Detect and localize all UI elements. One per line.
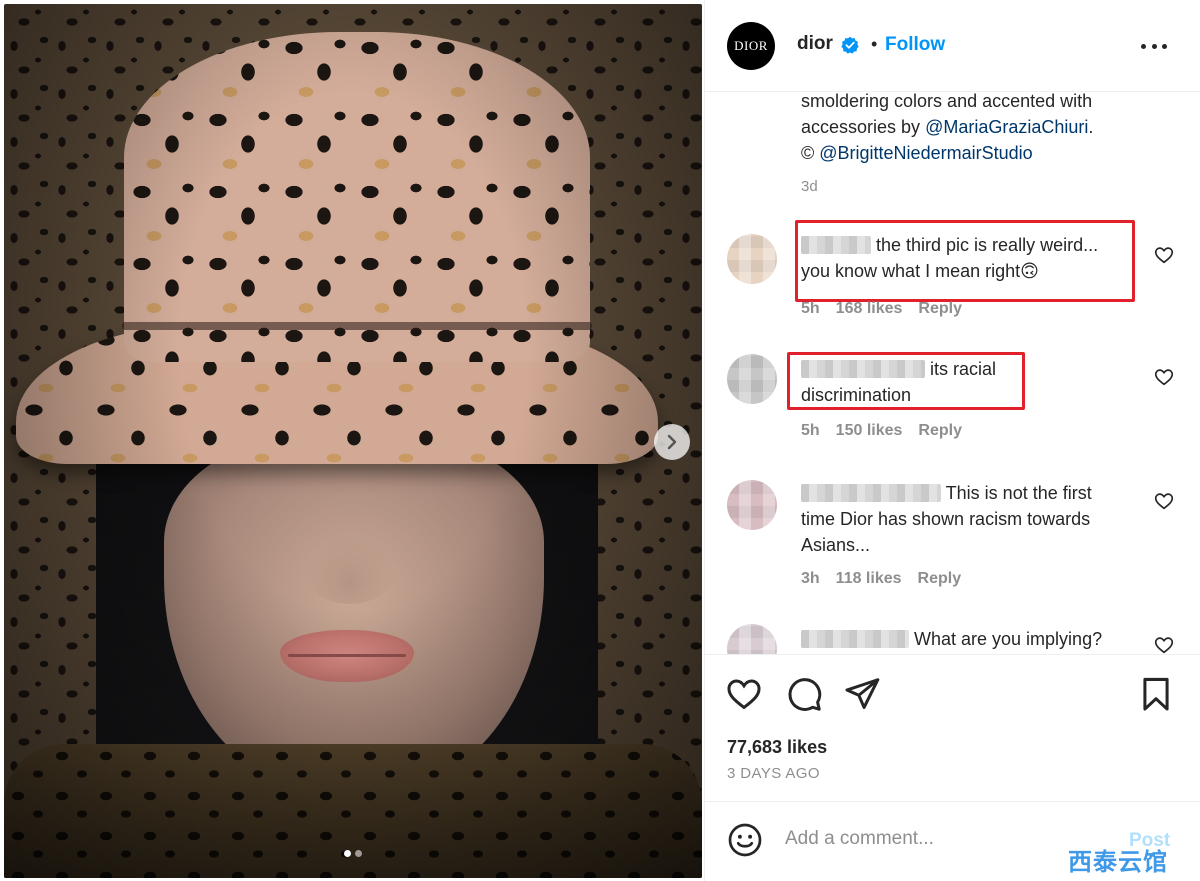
commenter-avatar[interactable]	[727, 480, 777, 530]
highlight-box	[787, 352, 1025, 410]
media-vignette	[4, 4, 702, 878]
comment-text: This is not the first time Dior has show…	[801, 480, 1137, 558]
bookmark-icon[interactable]	[1137, 675, 1175, 713]
comment-body: time Dior has shown racism towards	[801, 509, 1091, 529]
pixelated-avatar	[727, 234, 777, 284]
comment-time[interactable]: 3h	[801, 570, 820, 588]
author-avatar[interactable]: DIOR	[727, 22, 775, 70]
watermark-text: 西泰云馆	[1068, 848, 1168, 876]
post-actions: 77,683 likes 3 DAYS AGO	[705, 654, 1200, 802]
more-options-icon[interactable]	[1141, 36, 1167, 56]
post-header: DIOR dior • Follow	[705, 0, 1200, 92]
comments-list[interactable]: smoldering colors and accented with acce…	[705, 92, 1200, 654]
highlight-box	[795, 220, 1135, 302]
mention-link[interactable]: @BrigitteNiedermairStudio	[819, 143, 1032, 163]
mention-link[interactable]: @MariaGraziaChiuri	[925, 117, 1088, 137]
author-avatar-logo: DIOR	[734, 38, 768, 53]
caption-text: accessories by	[801, 117, 926, 137]
post-media-image[interactable]	[4, 4, 702, 878]
reply-button[interactable]: Reply	[918, 300, 962, 318]
pixelated-avatar	[727, 480, 777, 530]
emoji-icon[interactable]	[727, 822, 763, 858]
more-dot	[1162, 43, 1167, 49]
add-comment-input[interactable]	[785, 828, 1105, 850]
heart-icon[interactable]	[1153, 366, 1175, 388]
caption-text: .	[1088, 117, 1094, 137]
pixelated-avatar	[727, 624, 777, 654]
commenter-avatar[interactable]	[727, 624, 777, 654]
share-icon[interactable]	[843, 675, 881, 713]
comment-meta: 3h 118 likes Reply	[801, 570, 961, 588]
author-username[interactable]: dior	[797, 33, 833, 55]
likes-count[interactable]: 77,683 likes	[727, 737, 827, 758]
comment-likes[interactable]: 168 likes	[836, 300, 903, 318]
comment-body: This is not the first	[941, 483, 1092, 503]
follow-button[interactable]: Follow	[885, 34, 945, 56]
verified-badge-icon	[841, 36, 859, 54]
comment-body: What are you implying?	[909, 629, 1103, 649]
caption-timestamp[interactable]: 3d	[801, 178, 818, 195]
heart-icon[interactable]	[1153, 244, 1175, 266]
post-side-panel: DIOR dior • Follow smoldering colors and…	[704, 0, 1200, 881]
comment-icon[interactable]	[785, 675, 823, 713]
comment-meta: 5h 150 likes Reply	[801, 422, 962, 440]
post-caption: smoldering colors and accented with acce…	[801, 92, 1171, 166]
caption-text: ©	[801, 143, 820, 163]
chevron-right-icon	[667, 434, 677, 450]
comment-text: What are you implying?	[801, 626, 1137, 652]
caption-line-3: © @BrigitteNiedermairStudio	[801, 140, 1171, 166]
more-dot	[1151, 43, 1157, 49]
carousel-dot-2[interactable]	[355, 850, 362, 857]
carousel-next-button[interactable]	[654, 424, 690, 460]
comment-likes[interactable]: 150 likes	[836, 422, 903, 440]
carousel-dot-1[interactable]	[344, 850, 351, 857]
commenter-avatar[interactable]	[727, 354, 777, 404]
reply-button[interactable]: Reply	[918, 422, 962, 440]
post-date: 3 DAYS AGO	[727, 765, 820, 782]
heart-icon[interactable]	[1153, 634, 1175, 654]
comment-time[interactable]: 5h	[801, 422, 820, 440]
commenter-avatar[interactable]	[727, 234, 777, 284]
caption-line-2: accessories by @MariaGraziaChiuri.	[801, 114, 1171, 140]
comment-likes[interactable]: 118 likes	[836, 570, 902, 588]
comment-time[interactable]: 5h	[801, 300, 820, 318]
heart-icon[interactable]	[1153, 490, 1175, 512]
carousel-dots	[344, 850, 362, 857]
more-dot	[1141, 43, 1146, 49]
reply-button[interactable]: Reply	[918, 570, 962, 588]
pixelated-avatar	[727, 354, 777, 404]
blurred-username[interactable]	[801, 484, 941, 502]
comment-body: Asians...	[801, 535, 871, 555]
header-separator: •	[871, 34, 878, 54]
caption-line-1: smoldering colors and accented with	[801, 92, 1093, 111]
heart-icon[interactable]	[725, 675, 763, 713]
comment-meta: 5h 168 likes Reply	[801, 300, 962, 318]
blurred-username[interactable]	[801, 630, 909, 648]
